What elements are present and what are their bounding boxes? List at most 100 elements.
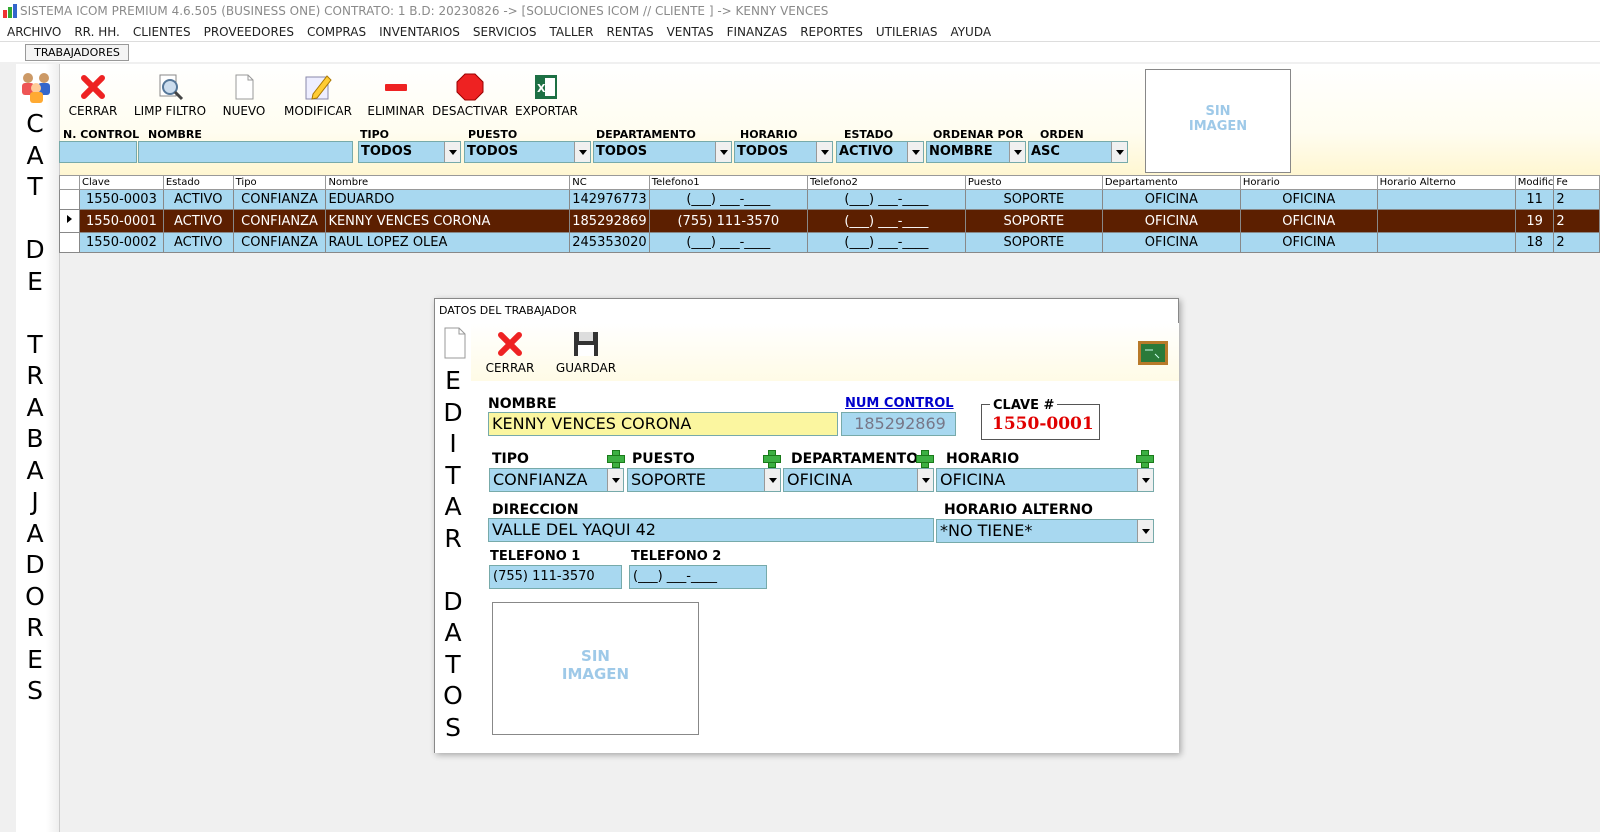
horario-alterno-label: HORARIO ALTERNO (944, 502, 1093, 518)
add-departamento-icon[interactable] (916, 450, 934, 468)
menu-finanzas[interactable]: FINANZAS (727, 25, 788, 39)
num-control-link[interactable]: NUM CONTROL (845, 396, 954, 411)
horario-alterno-select[interactable]: *NO TIENE* (936, 519, 1154, 543)
horario-select[interactable]: OFICINA (936, 468, 1154, 492)
puesto-select[interactable]: SOPORTE (627, 468, 781, 492)
col-header-puesto[interactable]: Puesto (964, 175, 1103, 190)
nuevo-button[interactable]: NUEVO (222, 72, 266, 118)
departamento-filter-select[interactable]: TODOS (593, 141, 732, 163)
filter-label-tipo: TIPO (360, 128, 390, 141)
limp-filtro-button[interactable]: LIMP FILTRO (132, 72, 208, 118)
clave-value: 1550-0001 (992, 414, 1094, 434)
exportar-button[interactable]: X EXPORTAR (515, 72, 578, 118)
menu-taller[interactable]: TALLER (550, 25, 594, 39)
photo-placeholder: SIN IMAGEN (1145, 69, 1291, 173)
direccion-input[interactable]: VALLE DEL YAQUI 42 (488, 518, 934, 542)
tipo-select[interactable]: CONFIANZA (489, 468, 624, 492)
menu-clientes[interactable]: CLIENTES (133, 25, 191, 39)
filter-label-departamento: DEPARTAMENTO (596, 128, 696, 141)
menu-ayuda[interactable]: AYUDA (950, 25, 991, 39)
n-control-filter-input[interactable] (59, 141, 137, 163)
tipo-filter-select[interactable]: TODOS (358, 141, 461, 163)
cerrar-button[interactable]: CERRAR (68, 72, 118, 118)
menu-inventarios[interactable]: INVENTARIOS (379, 25, 460, 39)
tab-trabajadores[interactable]: TRABAJADORES (25, 44, 129, 61)
menu-proveedores[interactable]: PROVEEDORES (204, 25, 294, 39)
add-tipo-icon[interactable] (607, 450, 625, 468)
row-header[interactable] (59, 232, 80, 253)
col-header-horario[interactable]: Horario (1239, 175, 1378, 190)
col-header-horario-alterno[interactable]: Horario Alterno (1376, 175, 1516, 190)
chalkboard-icon[interactable] (1137, 340, 1169, 366)
menu-bar: ARCHIVO RR. HH. CLIENTES PROVEEDORES COMPRAS… (0, 22, 1600, 42)
telefono1-input[interactable]: (755) 111-3570 (489, 565, 622, 589)
dialog-title: DATOS DEL TRABAJADOR (439, 304, 577, 317)
ordenar-por-filter-select[interactable]: NOMBRE (926, 141, 1026, 163)
add-puesto-icon[interactable] (763, 450, 781, 468)
col-header-nombre[interactable]: Nombre (325, 175, 571, 190)
tab-row: TRABAJADORES (0, 42, 1600, 62)
col-header-tipo[interactable]: Tipo (232, 175, 327, 190)
side-strip: C A T D E T R A B A J A D O R E S (16, 64, 60, 832)
menu-archivo[interactable]: ARCHIVO (7, 25, 61, 39)
row-pointer-icon (67, 215, 72, 223)
col-header-fe[interactable]: Fe (1553, 175, 1600, 190)
menu-rentas[interactable]: RENTAS (606, 25, 653, 39)
col-header-estado[interactable]: Estado (162, 175, 234, 190)
menu-rrhh[interactable]: RR. HH. (74, 25, 120, 39)
window-titlebar: SISTEMA ICOM PREMIUM 4.6.505 (BUSINESS O… (0, 0, 1600, 22)
eliminar-button[interactable]: ELIMINAR (366, 72, 426, 118)
close-x-icon (498, 332, 522, 356)
menu-compras[interactable]: COMPRAS (307, 25, 366, 39)
filter-label-orden: ORDEN (1040, 128, 1084, 141)
nombre-input[interactable]: KENNY VENCES CORONA (488, 412, 838, 436)
menu-ventas[interactable]: VENTAS (667, 25, 714, 39)
table-row[interactable]: 1550-0002 ACTIVO CONFIANZA RAUL LOPEZ OL… (59, 232, 1600, 253)
stop-sign-icon (456, 73, 484, 101)
nombre-label: NOMBRE (488, 396, 557, 412)
filter-label-puesto: PUESTO (468, 128, 518, 141)
col-header-telefono1[interactable]: Telefono1 (648, 175, 808, 190)
num-control-input[interactable]: 185292869 (841, 412, 956, 436)
horario-label: HORARIO (946, 451, 1020, 467)
add-horario-icon[interactable] (1136, 450, 1154, 468)
estado-filter-select[interactable]: ACTIVO (836, 141, 924, 163)
desactivar-button[interactable]: DESACTIVAR (432, 72, 508, 118)
horario-filter-select[interactable]: TODOS (734, 141, 833, 163)
dialog-toolbar: CERRAR GUARDAR (471, 323, 1179, 381)
telefono2-input[interactable]: (___) ___-____ (629, 565, 767, 589)
dialog-guardar-button[interactable]: GUARDAR (555, 329, 617, 375)
col-header-departamento[interactable]: Departamento (1101, 175, 1241, 190)
chevron-down-icon (1111, 142, 1127, 162)
chevron-down-icon (607, 469, 623, 491)
workers-grid: Clave Estado Tipo Nombre NC Telefono1 Te… (59, 175, 1600, 253)
row-header[interactable] (59, 189, 80, 210)
chevron-down-icon (816, 142, 832, 162)
orden-filter-select[interactable]: ASC (1028, 141, 1128, 163)
col-header-nc[interactable]: NC (569, 175, 650, 190)
col-header-modific[interactable]: Modific (1514, 175, 1555, 190)
chevron-down-icon (574, 142, 590, 162)
puesto-filter-select[interactable]: TODOS (464, 141, 591, 163)
save-disk-icon (574, 332, 598, 356)
excel-icon: X (535, 75, 557, 99)
chevron-down-icon (1009, 142, 1025, 162)
departamento-label: DEPARTAMENTO (791, 451, 919, 467)
worker-photo-placeholder[interactable]: SIN IMAGEN (492, 602, 699, 735)
nombre-filter-input[interactable] (138, 141, 353, 163)
magnifier-icon (159, 74, 184, 101)
edit-pencil-icon (305, 75, 332, 100)
departamento-select[interactable]: OFICINA (783, 468, 934, 492)
chevron-down-icon (917, 469, 933, 491)
dialog-cerrar-button[interactable]: CERRAR (485, 329, 535, 375)
row-header[interactable] (59, 209, 80, 233)
table-row-selected[interactable]: 1550-0001 ACTIVO CONFIANZA KENNY VENCES … (59, 209, 1600, 233)
menu-reportes[interactable]: REPORTES (800, 25, 863, 39)
col-header-telefono2[interactable]: Telefono2 (806, 175, 966, 190)
dialog-side-strip: E D I T A R D A T O S (435, 323, 471, 753)
modificar-button[interactable]: MODIFICAR (282, 72, 354, 118)
col-header-clave[interactable]: Clave (78, 175, 164, 190)
table-row[interactable]: 1550-0003 ACTIVO CONFIANZA EDUARDO 14297… (59, 189, 1600, 210)
menu-utilerias[interactable]: UTILERIAS (876, 25, 938, 39)
menu-servicios[interactable]: SERVICIOS (473, 25, 537, 39)
